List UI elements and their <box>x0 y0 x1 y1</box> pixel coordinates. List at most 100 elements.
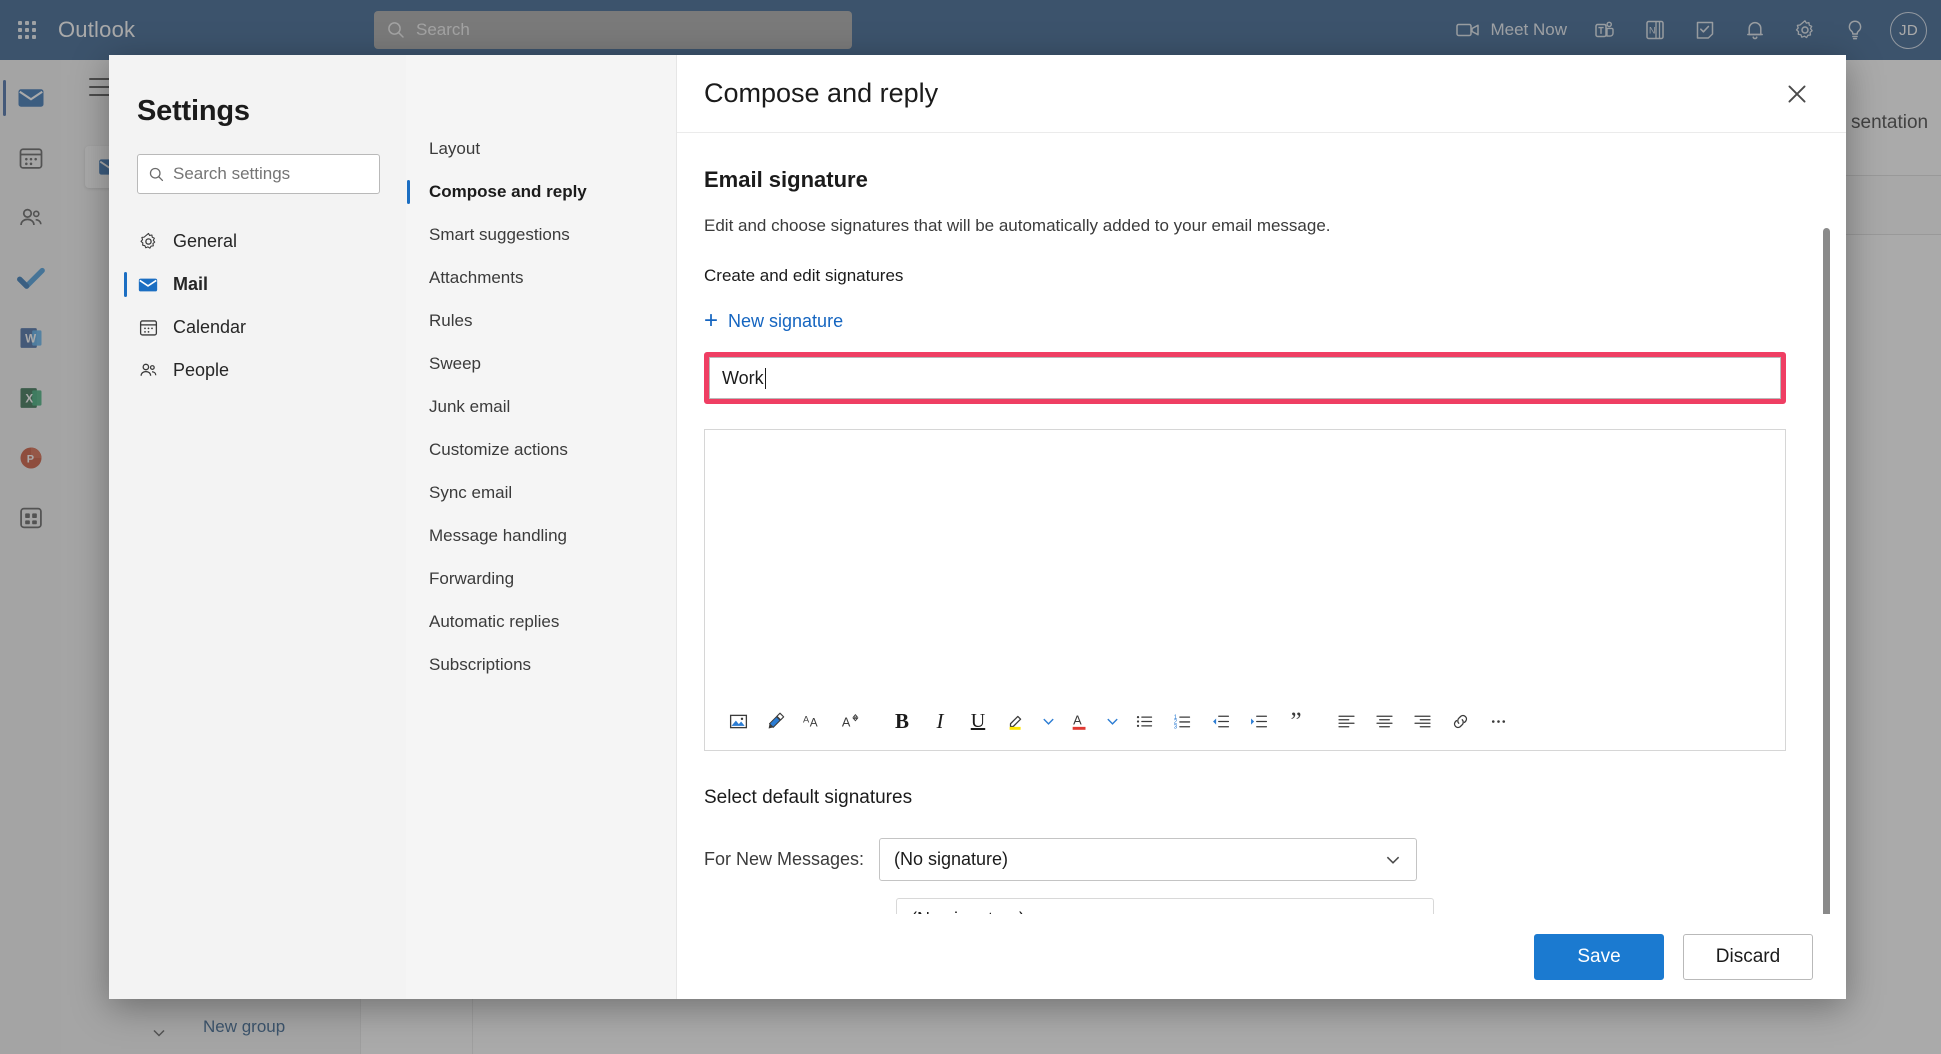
chevron-down-icon <box>1106 718 1118 725</box>
subnav-item-layout[interactable]: Layout <box>406 127 676 170</box>
insert-link-button[interactable] <box>1443 704 1477 738</box>
italic-button[interactable]: I <box>923 704 957 738</box>
insert-picture-button[interactable] <box>721 704 755 738</box>
svg-text:3: 3 <box>1173 723 1177 730</box>
new-signature-button[interactable]: + New signature <box>704 309 843 333</box>
align-left-button[interactable] <box>1329 704 1363 738</box>
signature-editor: A A A B I U A 1 2 3 ” <box>704 429 1786 751</box>
gear-icon <box>137 231 159 253</box>
settings-category-label: People <box>173 360 230 380</box>
format-painter-icon <box>768 712 784 728</box>
subnav-item-junk-email[interactable]: Junk email <box>406 385 676 428</box>
people-icon <box>137 360 159 382</box>
detail-body: Email signature Edit and choose signatur… <box>677 133 1846 914</box>
default-signatures-title: Select default signatures <box>704 787 913 808</box>
close-button[interactable] <box>1774 71 1820 117</box>
highlight-icon <box>1009 715 1022 730</box>
signature-body-input[interactable] <box>705 430 1785 692</box>
subnav-item-rules[interactable]: Rules <box>406 299 676 342</box>
highlight-options-button[interactable] <box>1037 704 1059 738</box>
underline-button[interactable]: U <box>961 704 995 738</box>
detail-scrollbar[interactable] <box>1823 228 1830 914</box>
signature-name-highlight: Work <box>704 352 1786 404</box>
quote-icon: ” <box>1290 707 1302 735</box>
dropdown-option-item[interactable]: (No signature) <box>896 898 1434 914</box>
section-description: Edit and choose signatures that will be … <box>704 216 1331 235</box>
settings-category-list: General Mail Calendar People <box>109 220 406 392</box>
settings-category-label: Calendar <box>173 317 247 337</box>
format-painter-button[interactable] <box>759 704 793 738</box>
align-center-icon <box>1375 715 1393 727</box>
font-color-icon: A <box>1072 713 1086 730</box>
settings-category-label: General <box>173 231 238 251</box>
font-size-button[interactable]: A <box>835 704 869 738</box>
bold-button[interactable]: B <box>885 704 919 738</box>
section-title: Email signature <box>704 167 868 192</box>
decrease-indent-button[interactable] <box>1203 704 1237 738</box>
subnav-item-forwarding[interactable]: Forwarding <box>406 557 676 600</box>
dialog-footer: Save Discard <box>677 914 1846 999</box>
new-signature-label: New signature <box>728 310 844 331</box>
chevron-down-icon <box>1042 718 1054 725</box>
increase-indent-button[interactable] <box>1241 704 1275 738</box>
detail-header: Compose and reply <box>677 55 1846 133</box>
create-signatures-label: Create and edit signatures <box>704 266 904 285</box>
subnav-item-message-handling[interactable]: Message handling <box>406 514 676 557</box>
subnav-item-subscriptions[interactable]: Subscriptions <box>406 643 676 686</box>
font-family-button[interactable]: A A <box>797 704 831 738</box>
text-caret <box>764 367 767 389</box>
align-right-icon <box>1413 715 1431 727</box>
subnav-item-smart-suggestions[interactable]: Smart suggestions <box>406 213 676 256</box>
plus-icon: + <box>704 307 719 334</box>
default-new-messages-row: For New Messages: (No signature) <box>704 838 1786 881</box>
svg-text:A: A <box>842 715 851 729</box>
settings-category-general[interactable]: General <box>109 220 406 263</box>
settings-search[interactable] <box>137 154 380 194</box>
increase-indent-icon <box>1250 715 1267 727</box>
more-options-button[interactable] <box>1481 704 1515 738</box>
numbered-list-icon: 1 2 3 <box>1173 713 1190 730</box>
discard-button[interactable]: Discard <box>1683 933 1813 980</box>
italic-icon: I <box>936 708 944 733</box>
settings-category-mail[interactable]: Mail <box>109 263 406 306</box>
search-icon <box>149 167 164 181</box>
subnav-item-automatic-replies[interactable]: Automatic replies <box>406 600 676 643</box>
settings-category-people[interactable]: People <box>109 349 406 392</box>
font-family-icon: A A <box>803 714 818 729</box>
bulleted-list-button[interactable] <box>1127 704 1161 738</box>
save-button[interactable]: Save <box>1534 933 1664 980</box>
signature-name-value: Work <box>722 367 764 388</box>
font-size-icon: A <box>842 713 859 729</box>
quote-button[interactable]: ” <box>1279 704 1313 738</box>
mail-icon <box>137 274 159 296</box>
svg-text:A: A <box>1073 713 1082 728</box>
calendar-icon <box>137 317 159 339</box>
font-color-options-button[interactable] <box>1101 704 1123 738</box>
scrollbar-thumb[interactable] <box>1823 228 1830 914</box>
subnav-item-compose-and-reply[interactable]: Compose and reply <box>406 170 676 213</box>
new-messages-label: For New Messages: <box>704 849 865 869</box>
new-messages-dropdown[interactable]: (No signature) <box>879 838 1417 881</box>
settings-subnav-pane: Layout Compose and reply Smart suggestio… <box>406 55 677 999</box>
insert-picture-icon <box>729 714 747 728</box>
signature-name-input[interactable]: Work <box>709 357 1781 399</box>
formatting-toolbar: A A A B I U A 1 2 3 ” <box>705 692 1785 750</box>
underline-icon: U <box>970 709 986 732</box>
subnav-item-attachments[interactable]: Attachments <box>406 256 676 299</box>
align-left-icon <box>1337 715 1355 727</box>
numbered-list-button[interactable]: 1 2 3 <box>1165 704 1199 738</box>
settings-category-calendar[interactable]: Calendar <box>109 306 406 349</box>
highlight-button[interactable] <box>999 704 1033 738</box>
align-center-button[interactable] <box>1367 704 1401 738</box>
subnav-item-sweep[interactable]: Sweep <box>406 342 676 385</box>
settings-dialog: Settings General <box>109 55 1846 999</box>
font-color-button[interactable]: A <box>1063 704 1097 738</box>
close-icon <box>1788 84 1806 103</box>
new-messages-value: (No signature) <box>894 849 1009 869</box>
insert-link-icon <box>1453 714 1467 728</box>
chevron-down-icon <box>1386 856 1400 864</box>
subnav-item-sync-email[interactable]: Sync email <box>406 471 676 514</box>
align-right-button[interactable] <box>1405 704 1439 738</box>
subnav-item-customize-actions[interactable]: Customize actions <box>406 428 676 471</box>
settings-search-input[interactable] <box>173 164 369 184</box>
